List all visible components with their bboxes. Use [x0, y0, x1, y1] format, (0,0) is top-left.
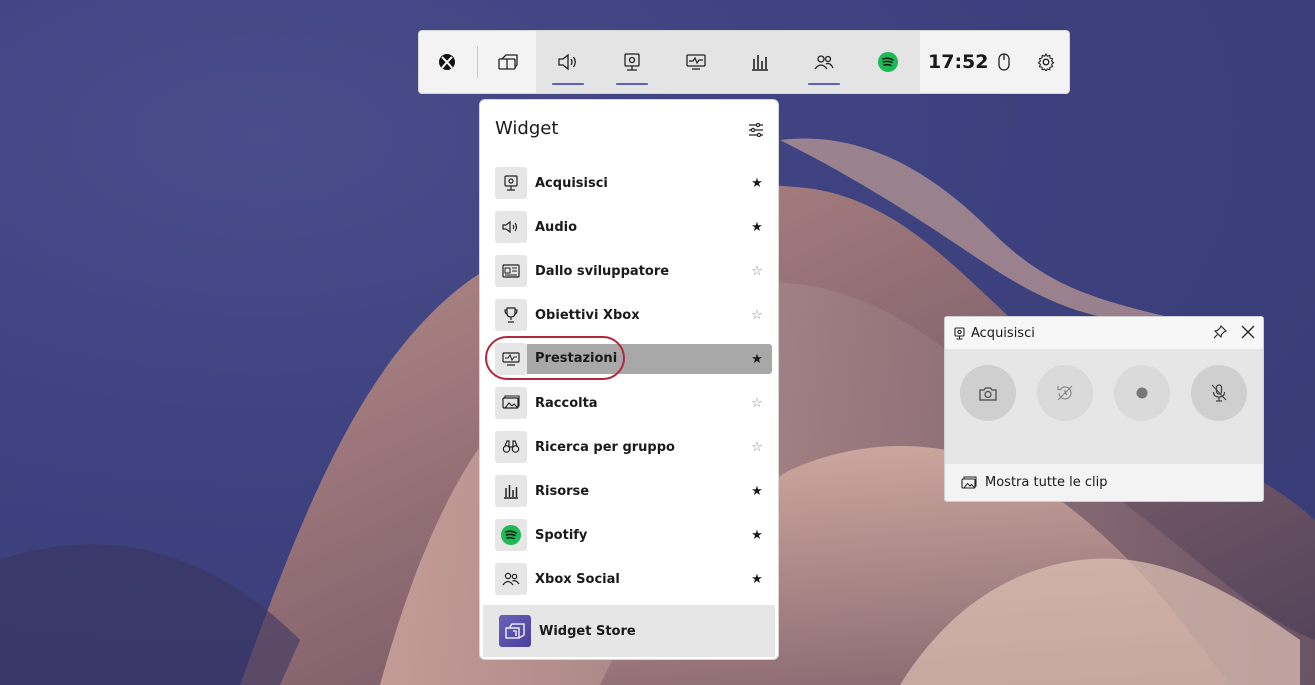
widget-store-label: Widget Store: [539, 623, 636, 639]
record-last-button[interactable]: [1037, 365, 1093, 421]
xbox-button[interactable]: [419, 31, 475, 93]
close-button[interactable]: [1241, 324, 1255, 343]
screenshot-button[interactable]: [960, 365, 1016, 421]
resources-widget-button[interactable]: [728, 31, 792, 93]
capture-icon: [495, 167, 527, 199]
widget-item-label: Ricerca per gruppo: [535, 439, 675, 455]
favorite-star-icon[interactable]: ★: [747, 572, 767, 587]
record-dot-icon: [1136, 387, 1148, 399]
sliders-icon: [749, 122, 763, 138]
gallery-icon: [961, 476, 977, 490]
spotify-icon: [495, 519, 527, 551]
widget-item-raccolta[interactable]: Raccolta ☆: [495, 386, 772, 420]
microphone-toggle-button[interactable]: [1191, 365, 1247, 421]
mouse-icon: [998, 53, 1010, 71]
capture-widget: Acquisisci Mostra tutte le clip: [944, 316, 1264, 502]
widget-item-label: Risorse: [535, 483, 590, 499]
favorite-star-icon[interactable]: ★: [747, 528, 767, 543]
widget-store-icon: [499, 615, 531, 647]
pin-icon: [1213, 324, 1227, 338]
widget-item-label: Obiettivi Xbox: [535, 307, 640, 323]
favorite-star-outline-icon[interactable]: ☆: [747, 308, 767, 323]
close-icon: [1241, 325, 1255, 338]
pinned-widgets-group: [536, 31, 920, 93]
game-bar: 17:52: [418, 30, 1070, 94]
news-icon: [495, 255, 527, 287]
start-recording-button[interactable]: [1114, 365, 1170, 421]
show-all-clips-link[interactable]: Mostra tutte le clip: [945, 464, 1263, 501]
favorite-star-outline-icon[interactable]: ☆: [747, 264, 767, 279]
mouse-settings-button[interactable]: [984, 31, 1024, 93]
widget-item-audio[interactable]: Audio ★: [495, 210, 772, 244]
widget-item-prestazioni[interactable]: Prestazioni ★: [495, 342, 772, 376]
widget-item-label: Prestazioni: [527, 344, 772, 374]
show-all-clips-label: Mostra tutte le clip: [985, 475, 1108, 490]
capture-icon: [954, 326, 965, 340]
gallery-icon: [495, 387, 527, 419]
widget-item-label: Acquisisci: [535, 175, 608, 191]
clock-time: 17:52: [928, 51, 989, 73]
spotify-icon: [878, 52, 898, 72]
favorite-star-outline-icon[interactable]: ☆: [747, 396, 767, 411]
spotify-widget-button[interactable]: [856, 31, 920, 93]
social-icon: [814, 55, 834, 70]
xbox-icon: [439, 54, 455, 70]
performance-icon: [495, 343, 527, 375]
widget-item-xbox-social[interactable]: Xbox Social ★: [495, 562, 772, 596]
social-widget-button[interactable]: [792, 31, 856, 93]
capture-controls: [945, 349, 1263, 464]
widget-item-label: Raccolta: [535, 395, 598, 411]
widget-list: Acquisisci ★ Audio ★ Dallo sviluppatore …: [495, 166, 772, 606]
capture-widget-button[interactable]: [600, 31, 664, 93]
microphone-off-icon: [1211, 384, 1227, 402]
favorite-star-icon[interactable]: ★: [747, 220, 767, 235]
gear-icon: [1037, 53, 1055, 71]
toolbar-separator: [477, 46, 478, 78]
widget-item-label: Spotify: [535, 527, 588, 543]
audio-icon: [495, 211, 527, 243]
trophy-icon: [495, 299, 527, 331]
favorite-star-icon[interactable]: ★: [747, 176, 767, 191]
capture-widget-header: Acquisisci: [945, 317, 1263, 349]
panel-title: Widget: [495, 118, 559, 139]
widget-item-acquisisci[interactable]: Acquisisci ★: [495, 166, 772, 200]
capture-widget-title: Acquisisci: [971, 325, 1035, 341]
pin-button[interactable]: [1213, 324, 1227, 343]
widget-store-button[interactable]: Widget Store: [483, 605, 775, 657]
widget-item-label: Audio: [535, 219, 578, 235]
widget-item-ricerca-per-gruppo[interactable]: Ricerca per gruppo ☆: [495, 430, 772, 464]
resources-icon: [495, 475, 527, 507]
camera-icon: [979, 386, 997, 401]
binoculars-icon: [495, 431, 527, 463]
widget-menu-button[interactable]: [480, 31, 536, 93]
favorite-star-icon[interactable]: ★: [747, 352, 767, 367]
favorite-star-outline-icon[interactable]: ☆: [747, 440, 767, 455]
widget-item-spotify[interactable]: Spotify ★: [495, 518, 772, 552]
settings-button[interactable]: [1024, 31, 1068, 93]
widget-item-label: Xbox Social: [535, 571, 620, 587]
performance-widget-button[interactable]: [664, 31, 728, 93]
resources-icon: [752, 55, 768, 71]
history-disabled-icon: [1057, 385, 1073, 401]
widget-settings-button[interactable]: [748, 122, 764, 141]
capture-icon: [624, 53, 640, 71]
social-icon: [495, 563, 527, 595]
widget-item-obiettivi-xbox[interactable]: Obiettivi Xbox ☆: [495, 298, 772, 332]
favorite-star-icon[interactable]: ★: [747, 484, 767, 499]
widget-menu-icon: [498, 54, 518, 70]
performance-icon: [686, 54, 706, 70]
widget-item-risorse[interactable]: Risorse ★: [495, 474, 772, 508]
widget-menu-panel: Widget Acquisisci ★ Audio ★ Dallo svilup…: [479, 99, 779, 660]
audio-widget-button[interactable]: [536, 31, 600, 93]
widget-item-label: Dallo sviluppatore: [535, 263, 670, 279]
widget-item-dallo-sviluppatore[interactable]: Dallo sviluppatore ☆: [495, 254, 772, 288]
audio-icon: [558, 53, 576, 71]
